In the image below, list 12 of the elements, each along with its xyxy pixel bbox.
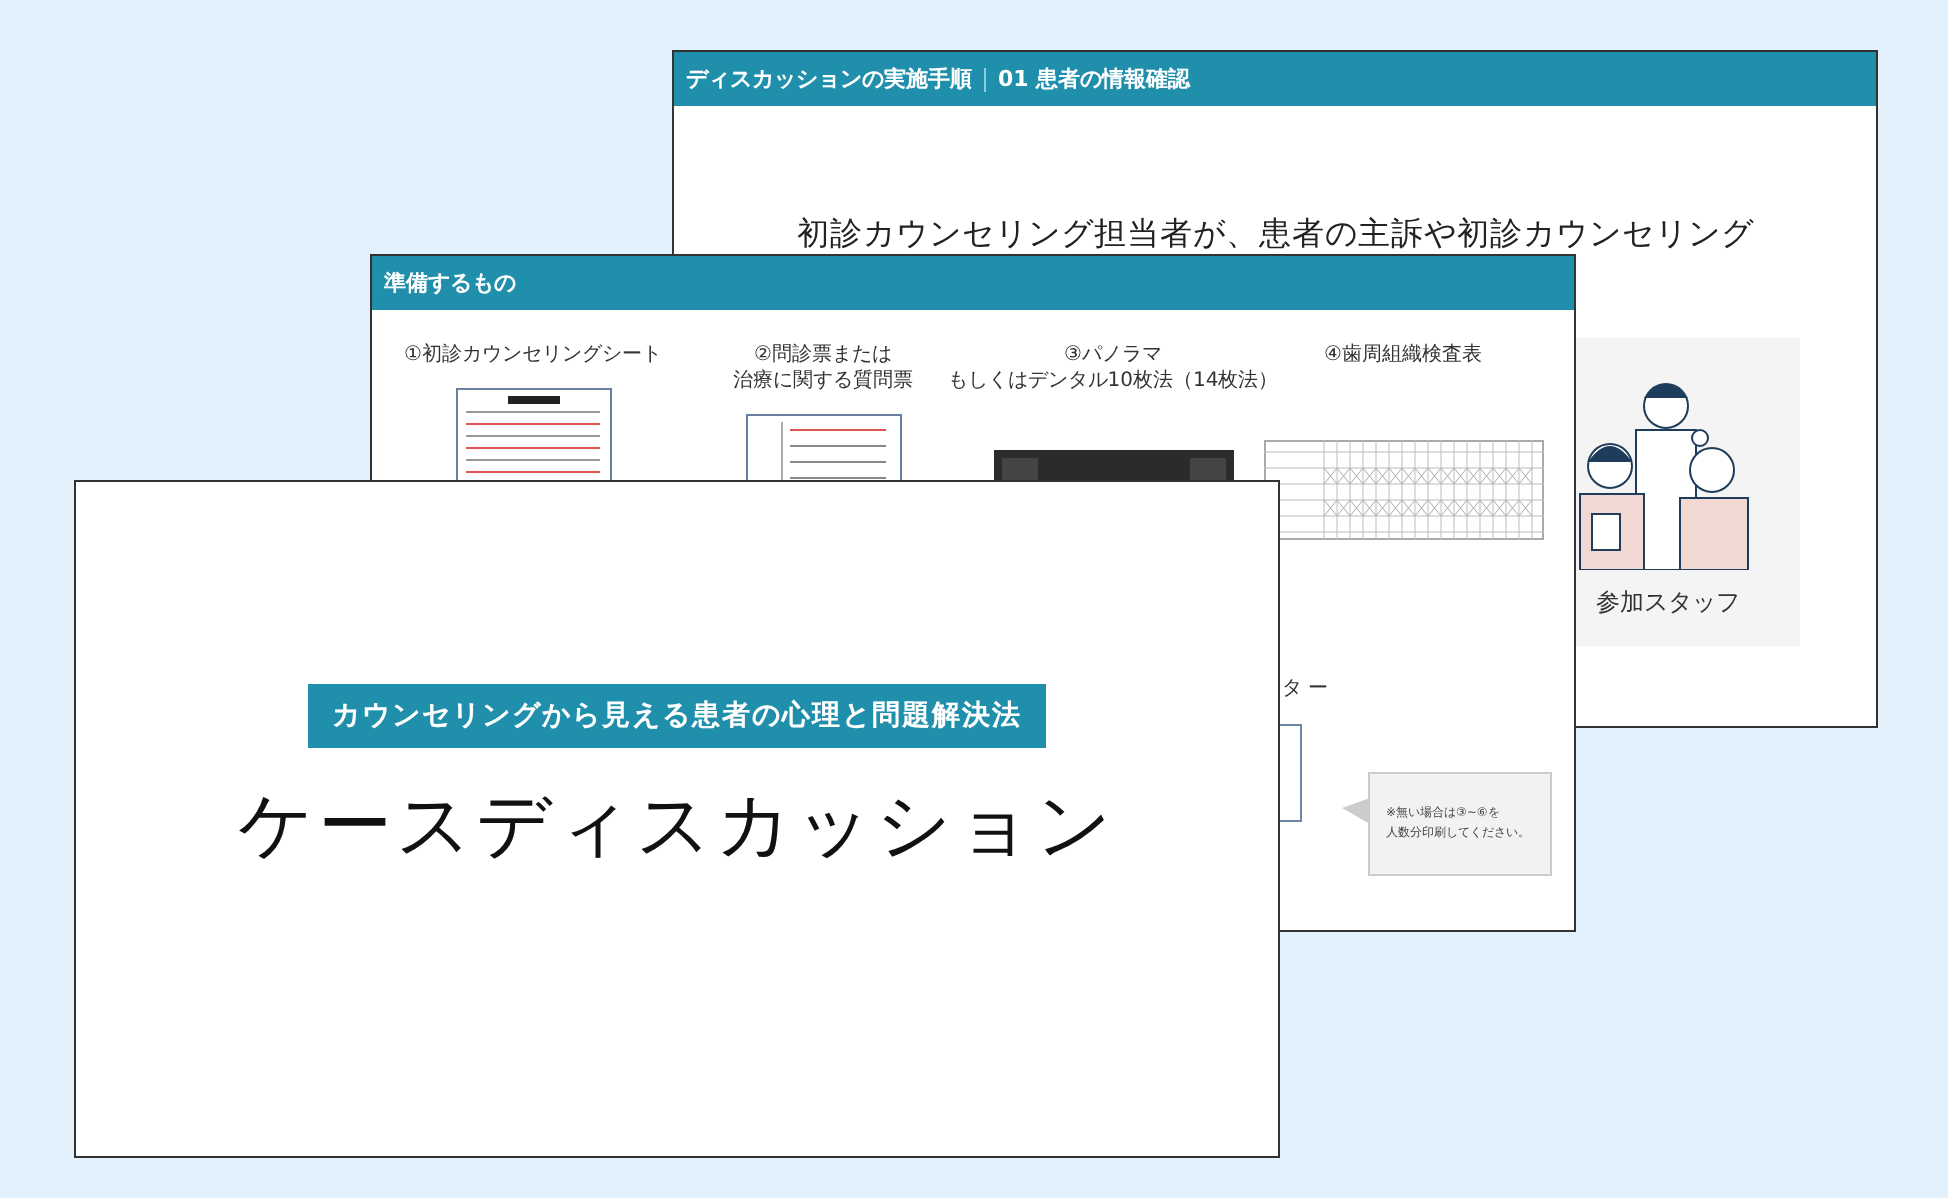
material-label: ③パノラマ もしくはデンタル10枚法（14枚法） (947, 342, 1279, 394)
material-label: ①初診カウンセリングシート (404, 342, 662, 368)
staff-label: 参加スタッフ (1596, 586, 1740, 620)
slide-subtitle: カウンセリングから見える患者の心理と問題解決法 (308, 684, 1046, 748)
slide-title: ディスカッションの実施手順 (686, 64, 972, 94)
slide-subtitle: 01 患者の情報確認 (998, 64, 1191, 94)
slide-title: 準備するもの (384, 268, 516, 298)
slide-title: ケースディスカッション (238, 780, 1116, 872)
slide-text: タ ー (1282, 676, 1329, 702)
slide-text: 初診カウンセリング担当者が、患者の主訴や初診カウンセリング (796, 214, 1754, 254)
material-label: ②問診票または 治療に関する質問票 (733, 342, 913, 394)
material-label: ④歯周組織検査表 (1324, 342, 1482, 368)
